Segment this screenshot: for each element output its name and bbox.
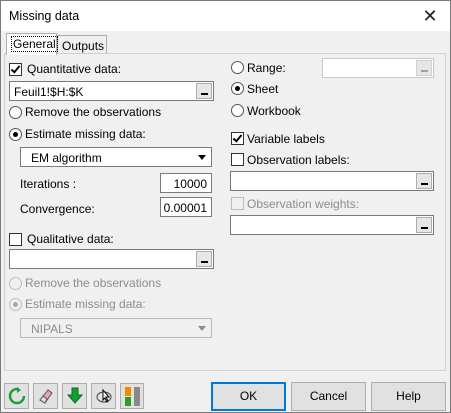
observation-weights-label: Observation weights: [247, 197, 360, 211]
title-bar: Missing data ✕ [1, 1, 450, 31]
ok-button[interactable]: OK [211, 382, 286, 411]
window-title: Missing data [9, 9, 80, 23]
check-icon [232, 132, 243, 143]
output-range-input[interactable] [322, 58, 434, 78]
observation-labels-input[interactable] [230, 171, 434, 191]
check-icon [10, 63, 21, 74]
estimate-missing-radio[interactable] [9, 128, 22, 141]
quantitative-data-checkbox[interactable] [9, 63, 22, 76]
qualitative-data-label: Qualitative data: [27, 232, 114, 246]
layout-toggle-button[interactable] [120, 383, 144, 409]
range-select-button[interactable] [196, 251, 212, 267]
iterations-label: Iterations : [20, 177, 77, 191]
range-label: Range: [247, 61, 286, 75]
bottom-toolbar: OK Cancel Help [1, 379, 450, 413]
observation-labels-checkbox[interactable] [231, 153, 244, 166]
observation-weights-checkbox[interactable] [231, 197, 244, 210]
qualitative-data-checkbox[interactable] [9, 233, 22, 246]
download-arrow-icon [66, 387, 84, 404]
remove-observations-label: Remove the observations [25, 105, 162, 119]
close-icon: ✕ [422, 6, 438, 26]
reset-button[interactable] [4, 383, 29, 409]
close-button[interactable]: ✕ [414, 1, 446, 31]
chevron-down-icon [194, 149, 210, 165]
range-select-button[interactable] [416, 60, 432, 76]
qual-remove-observations-label: Remove the observations [25, 276, 162, 290]
range-select-button[interactable] [196, 83, 212, 99]
radio-selected-icon [235, 86, 240, 91]
remove-observations-radio[interactable] [9, 106, 22, 119]
radio-selected-icon [13, 132, 18, 137]
method-dropdown[interactable]: EM algorithm [20, 147, 212, 167]
qualitative-range-input[interactable] [9, 249, 214, 269]
radio-selected-icon [13, 302, 18, 307]
sheet-label: Sheet [247, 82, 279, 96]
download-button[interactable] [62, 383, 87, 409]
cancel-button[interactable]: Cancel [291, 382, 366, 411]
quantitative-range-input[interactable]: Feuil1!$H:$K [9, 81, 214, 101]
tab-general[interactable]: General [6, 33, 58, 55]
observation-weights-input[interactable] [230, 215, 434, 235]
qual-remove-observations-radio[interactable] [9, 277, 22, 290]
range-select-button[interactable] [416, 173, 432, 189]
observation-labels-label: Observation labels: [247, 153, 350, 167]
help-button[interactable]: Help [371, 382, 446, 411]
tab-outputs[interactable]: Outputs [57, 35, 107, 55]
variable-labels-label: Variable labels [247, 132, 325, 146]
clear-button[interactable] [33, 383, 58, 409]
estimate-missing-label: Estimate missing data: [25, 127, 146, 141]
quantitative-data-label: Quantitative data: [27, 62, 122, 76]
layout-toggle-icon [125, 387, 140, 406]
qual-method-dropdown[interactable]: NIPALS [20, 318, 212, 338]
general-panel: Quantitative data: Feuil1!$H:$K Remove t… [4, 53, 446, 371]
reset-icon [8, 387, 26, 405]
convergence-label: Convergence: [20, 202, 95, 216]
missing-data-dialog: Missing data ✕ General Outputs Quantitat… [0, 0, 451, 413]
iterations-input[interactable]: 10000 [160, 173, 212, 193]
sheet-radio[interactable] [231, 82, 244, 95]
qual-estimate-missing-label: Estimate missing data: [25, 297, 146, 311]
workbook-radio[interactable] [231, 104, 244, 117]
convergence-input[interactable]: 0.00001 [160, 197, 212, 217]
eraser-icon [39, 389, 53, 404]
select-button[interactable] [91, 383, 116, 409]
chevron-down-icon [194, 320, 210, 336]
variable-labels-checkbox[interactable] [231, 132, 244, 145]
range-radio[interactable] [231, 61, 244, 74]
workbook-label: Workbook [247, 104, 301, 118]
range-select-button[interactable] [416, 217, 432, 233]
select-cursor-icon [96, 388, 112, 403]
qual-estimate-missing-radio[interactable] [9, 298, 22, 311]
